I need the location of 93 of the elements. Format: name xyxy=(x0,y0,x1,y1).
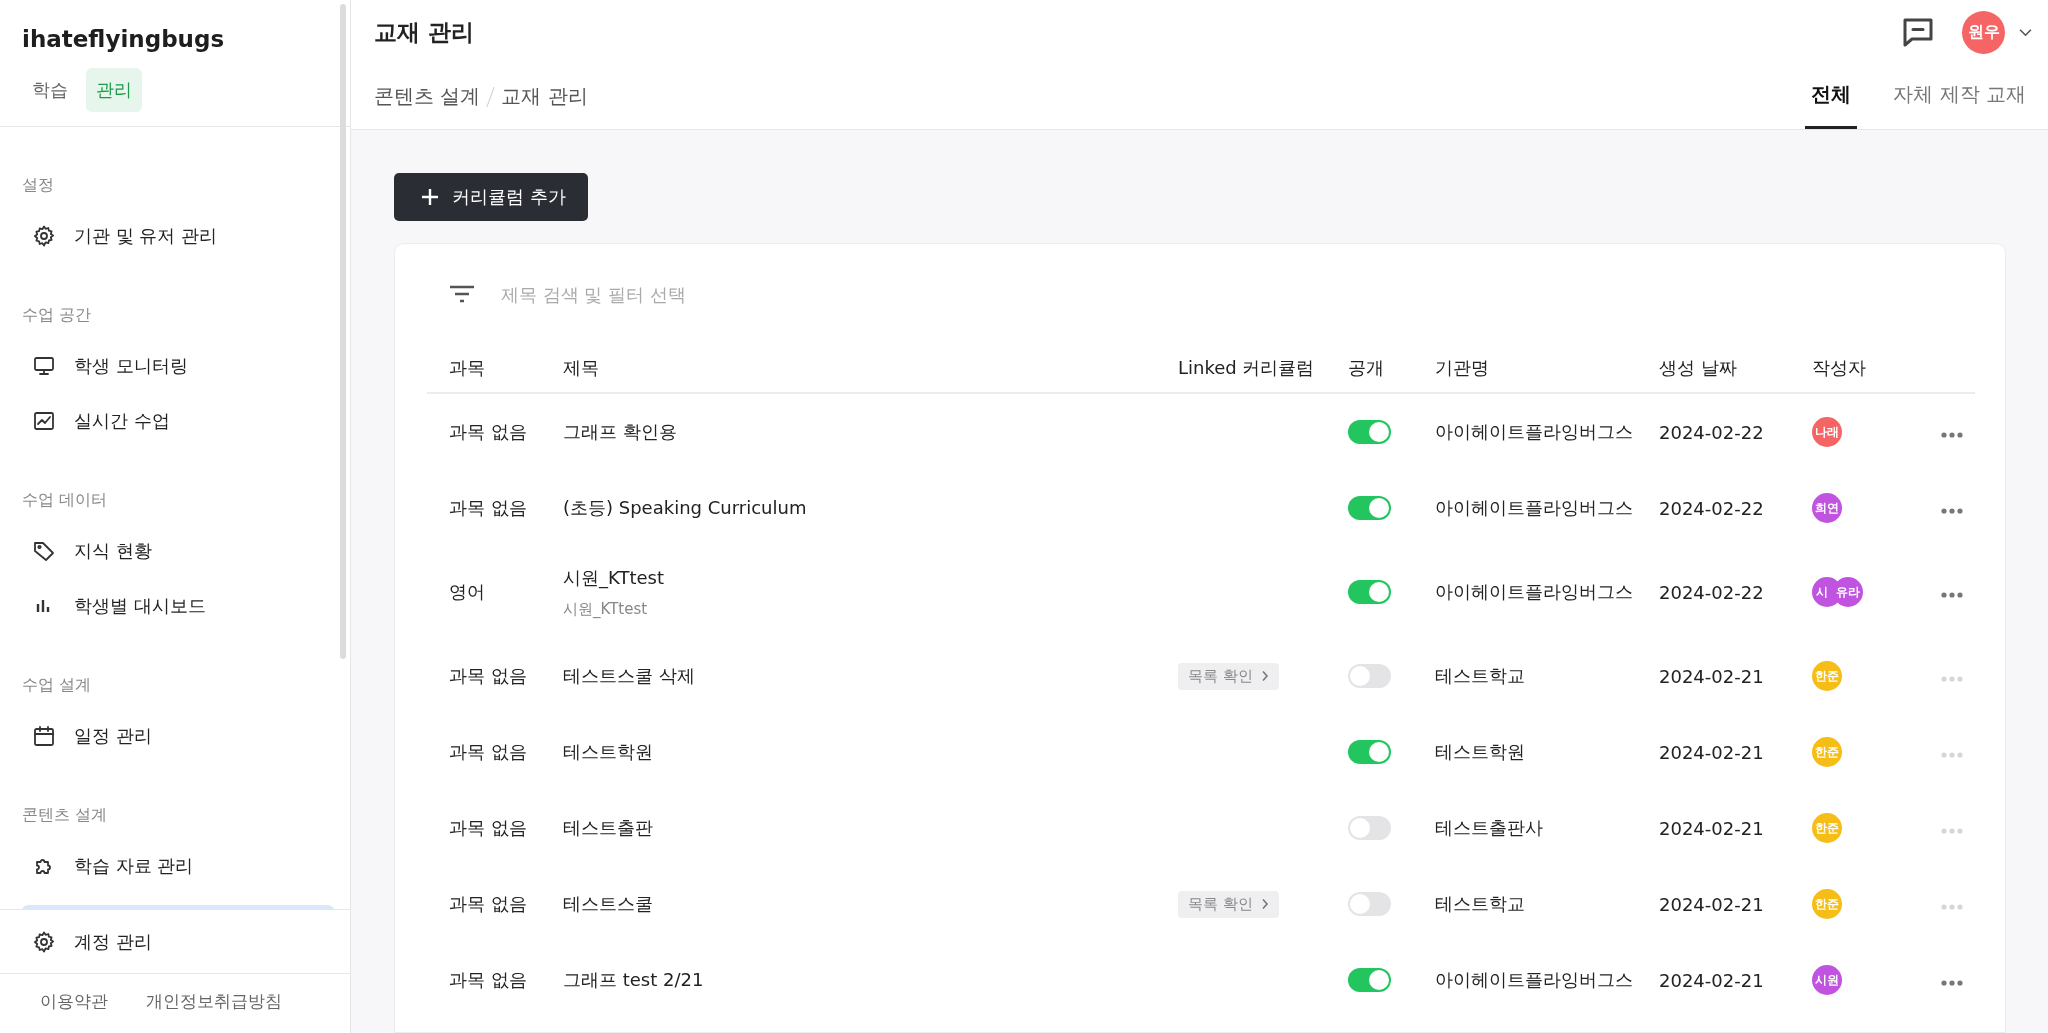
table-cell-text: 2024-02-22 xyxy=(1659,421,1765,443)
table-cell-text: (초등) Speaking Curriculum xyxy=(563,496,808,520)
table-cell-text: 2024-02-21 xyxy=(1659,817,1765,839)
table-cell-text: 그래프 test 2/21 xyxy=(563,968,705,992)
table-cell-text: 아이헤이트플라잉버그스 xyxy=(1435,420,1634,444)
brand-name: ihateflyingbugs xyxy=(22,26,226,52)
table-cell-text: 2024-02-21 xyxy=(1659,665,1765,687)
table-cell-text: 그래프 확인용 xyxy=(563,420,678,444)
mode-tab[interactable]: 학습 xyxy=(22,68,78,112)
nav-item[interactable]: 실시간 수업 xyxy=(22,393,334,448)
settings-icon xyxy=(32,223,56,248)
breadcrumb-link[interactable]: 콘텐츠 설계 xyxy=(374,83,481,110)
column-header: 생성 날짜 xyxy=(1659,356,1738,380)
column-header: 기관명 xyxy=(1435,356,1490,380)
section-heading: 설정 xyxy=(22,175,55,196)
chevron-down-icon[interactable] xyxy=(2019,27,2032,37)
nav-item[interactable]: 학습 자료 관리 xyxy=(22,838,334,893)
more-icon[interactable] xyxy=(1941,591,1963,598)
column-header: 작성자 xyxy=(1812,356,1867,380)
table-cell-text: 과목 없음 xyxy=(449,496,528,520)
scrollbar[interactable] xyxy=(340,4,346,659)
section-heading: 수업 데이터 xyxy=(22,490,109,511)
table-cell-text: 시원_KTtest xyxy=(563,565,665,590)
footer-link[interactable]: 개인정보취급방침 xyxy=(146,990,282,1013)
toggle-switch[interactable] xyxy=(1348,420,1391,444)
chevron-right-icon xyxy=(1260,670,1269,682)
table-cell-text: 과목 없음 xyxy=(449,816,528,840)
view-tab[interactable]: 자체 제작 교재 xyxy=(1887,67,2032,129)
author-avatar: 한준 xyxy=(1812,889,1842,919)
add-curriculum-button[interactable]: 커리큘럼 추가 xyxy=(394,173,588,221)
toggle-switch[interactable] xyxy=(1348,892,1391,916)
plus-icon xyxy=(420,187,440,207)
table-cell-text: 2024-02-22 xyxy=(1659,497,1765,519)
table-cell-text: 테스트학교 xyxy=(1435,664,1526,688)
nav-item[interactable]: 기관 및 유저 관리 xyxy=(22,208,334,263)
section-heading: 수업 설계 xyxy=(22,675,93,696)
author-avatar: 희연 xyxy=(1812,493,1842,523)
nav-item[interactable]: 일정 관리 xyxy=(22,708,334,763)
table-cell-text: 아이헤이트플라잉버그스 xyxy=(1435,580,1634,604)
table-cell-text: 테스트출판 xyxy=(563,816,654,840)
toggle-switch[interactable] xyxy=(1348,740,1391,764)
nav-item[interactable]: 지식 현황 xyxy=(22,523,334,578)
search-field[interactable]: 제목 검색 및 필터 선택 xyxy=(499,282,1003,306)
more-icon[interactable] xyxy=(1941,431,1963,438)
column-header: 공개 xyxy=(1348,356,1385,380)
table-cell-text: 과목 없음 xyxy=(449,968,528,992)
table-cell-text: 2024-02-21 xyxy=(1659,969,1765,991)
breadcrumb-link[interactable]: 교재 관리 xyxy=(501,83,588,110)
author-avatar: 시원 xyxy=(1812,965,1842,995)
footer-link[interactable]: 이용약관 xyxy=(40,990,108,1013)
toggle-switch[interactable] xyxy=(1348,664,1391,688)
column-header: 과목 xyxy=(449,356,486,380)
chevron-right-icon xyxy=(1260,898,1269,910)
column-header: 제목 xyxy=(563,356,600,380)
table-cell-text: 아이헤이트플라잉버그스 xyxy=(1435,968,1634,992)
author-avatar: 유라 xyxy=(1833,577,1863,607)
settings-icon xyxy=(32,929,56,954)
table-cell-text: 과목 없음 xyxy=(449,420,528,444)
table-cell-text: 과목 없음 xyxy=(449,892,528,916)
more-icon[interactable] xyxy=(1941,979,1963,986)
toggle-switch[interactable] xyxy=(1348,496,1391,520)
table-cell-text: 테스트학원 xyxy=(1435,740,1526,764)
table-cell-text: 테스트출판사 xyxy=(1435,816,1544,840)
author-avatar: 한준 xyxy=(1812,737,1842,767)
author-avatar: 한준 xyxy=(1812,813,1842,843)
nav-item[interactable]: 학생별 대시보드 xyxy=(22,578,334,633)
table-cell-text: 과목 없음 xyxy=(449,740,528,764)
toggle-switch[interactable] xyxy=(1348,816,1391,840)
table-cell-text: 2024-02-21 xyxy=(1659,741,1765,763)
toggle-switch[interactable] xyxy=(1348,580,1391,604)
table-cell-text: 테스트스쿨 삭제 xyxy=(563,664,696,688)
account-settings-item[interactable]: 계정 관리 xyxy=(22,914,328,969)
column-header: Linked 커리큘럼 xyxy=(1178,356,1316,380)
table-cell-text: 테스트학교 xyxy=(1435,892,1526,916)
calendar-icon xyxy=(32,723,56,748)
table-cell-text: 테스트학원 xyxy=(563,740,654,764)
filter-icon[interactable] xyxy=(449,285,475,303)
nav-item[interactable]: 학생 모니터링 xyxy=(22,338,334,393)
table-cell-text: 테스트스쿨 xyxy=(563,892,654,916)
author-avatar: 한준 xyxy=(1812,661,1842,691)
view-tab[interactable]: 전체 xyxy=(1805,67,1858,129)
table-cell-text: 2024-02-21 xyxy=(1659,893,1765,915)
table-cell-text: 2024-02-22 xyxy=(1659,581,1765,603)
section-heading: 수업 공간 xyxy=(22,305,93,326)
table-cell-text: 아이헤이트플라잉버그스 xyxy=(1435,496,1634,520)
table-cell-text: 시원_KTtest xyxy=(563,599,649,619)
toggle-switch[interactable] xyxy=(1348,968,1391,992)
section-heading: 콘텐츠 설계 xyxy=(22,805,109,826)
more-icon[interactable] xyxy=(1941,507,1963,514)
author-avatar: 나래 xyxy=(1812,417,1842,447)
page-title: 교재 관리 xyxy=(374,17,474,47)
table-cell-text: 과목 없음 xyxy=(449,664,528,688)
table-cell-text: 영어 xyxy=(449,580,486,604)
